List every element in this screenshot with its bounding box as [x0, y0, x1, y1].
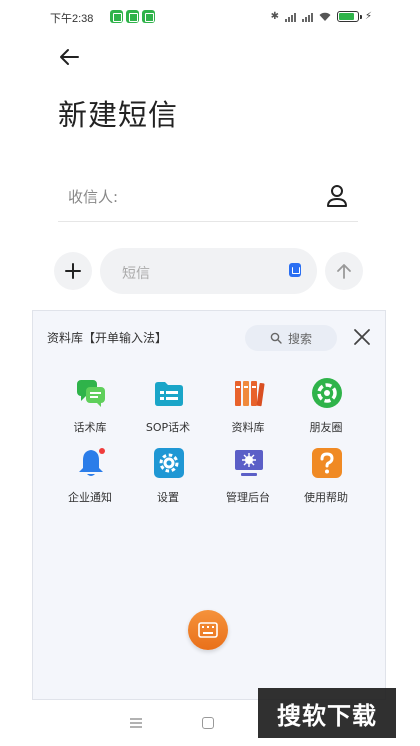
status-indicators: ✱ ⚡: [271, 10, 372, 23]
arrow-up-icon: [337, 264, 351, 279]
keyboard-icon: [198, 622, 218, 638]
arrow-left-icon: [60, 49, 79, 65]
signal-icon: [284, 12, 296, 22]
bell-icon: [79, 448, 105, 476]
plus-icon: [65, 263, 81, 279]
panel-item-help[interactable]: 使用帮助: [287, 447, 365, 517]
message-input[interactable]: 短信: [100, 248, 317, 294]
back-button[interactable]: [54, 42, 84, 72]
add-attachment-button[interactable]: [54, 252, 92, 290]
app-notification-icon: [110, 10, 123, 23]
panel-item-label: 使用帮助: [304, 491, 348, 504]
panel-item-label: SOP话术: [145, 421, 191, 434]
app-notification-icon: [126, 10, 139, 23]
person-icon: [327, 185, 347, 207]
panel-item-label: 管理后台: [226, 491, 270, 504]
menu-icon[interactable]: [130, 718, 142, 728]
panel-title: 资料库【开单输入法】: [47, 331, 168, 345]
status-time: 下午2:38: [50, 13, 94, 25]
app-notification-icon: [142, 10, 155, 23]
recipient-label: 收信人:: [68, 188, 119, 206]
status-bar: 下午2:38 ✱ ⚡: [0, 0, 420, 34]
panel-close-button[interactable]: [351, 326, 373, 348]
watermark: 搜软下载: [258, 688, 396, 738]
panel-item-settings[interactable]: 设置: [129, 447, 207, 517]
panel-item-script-library[interactable]: 话术库: [51, 377, 129, 447]
ime-badge-icon[interactable]: [289, 263, 301, 277]
moments-icon: [312, 378, 342, 408]
close-icon: [354, 329, 370, 345]
panel-item-label: 企业通知: [68, 491, 112, 504]
panel-item-company-notice[interactable]: 企业通知: [51, 447, 129, 517]
panel-item-label: 设置: [157, 491, 179, 504]
charging-icon: ⚡: [364, 11, 372, 22]
panel-item-resource-library[interactable]: 资料库: [209, 377, 287, 447]
panel-item-moments[interactable]: 朋友圈: [287, 377, 365, 447]
books-icon: [235, 381, 265, 407]
page-title: 新建短信: [58, 98, 179, 132]
contact-picker-button[interactable]: [324, 182, 350, 210]
wifi-icon: [319, 12, 331, 21]
panel-item-label: 话术库: [73, 421, 107, 434]
home-button[interactable]: [202, 717, 214, 729]
monitor-icon: [235, 450, 263, 476]
search-label: 搜索: [287, 331, 312, 346]
panel-search-button[interactable]: 搜索: [245, 325, 337, 351]
gear-icon: [154, 448, 184, 478]
keyboard-toggle-button[interactable]: [188, 610, 228, 650]
help-icon: [312, 448, 342, 478]
battery-icon: [336, 11, 362, 22]
panel-item-label: 资料库: [231, 421, 265, 434]
bluetooth-icon: ✱: [270, 11, 279, 22]
panel-item-label: 朋友圈: [309, 421, 343, 434]
recipient-field[interactable]: 收信人:: [58, 172, 358, 222]
panel-item-admin-console[interactable]: 管理后台: [209, 447, 287, 517]
chat-bubbles-icon: [77, 380, 105, 407]
panel-item-sop-script[interactable]: SOP话术: [129, 377, 207, 447]
message-placeholder: 短信: [122, 266, 150, 282]
search-icon: [270, 332, 282, 344]
sop-folder-icon: [155, 382, 183, 406]
send-button[interactable]: [325, 252, 363, 290]
signal-icon: [301, 12, 313, 22]
